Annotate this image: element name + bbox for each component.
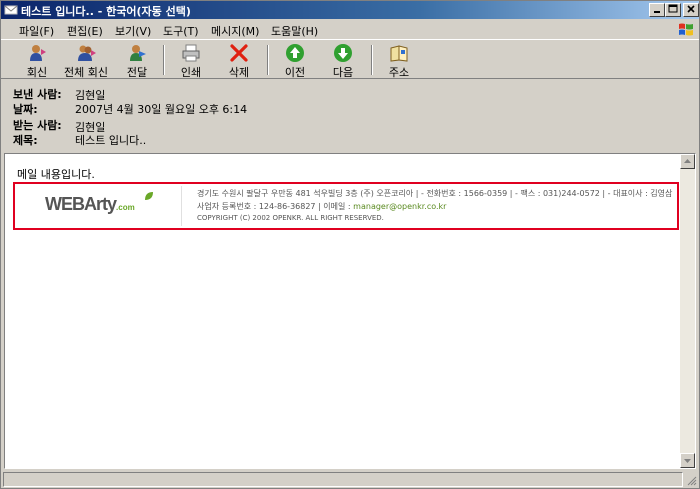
mail-icon [4,5,18,15]
menu-file[interactable]: 파일(F) [19,23,54,39]
date-label: 날짜: [13,103,38,116]
resize-grip-icon[interactable] [685,474,697,486]
title-bar[interactable]: 테스트 입니다.. - 한국어(자동 선택) [1,1,699,19]
reply-all-icon [78,45,96,61]
reply-label: 회신 [26,66,48,79]
arrow-down-small-icon [684,459,691,463]
forward-button[interactable]: 전달 [119,43,155,79]
forward-icon [130,45,146,61]
close-icon [687,5,695,13]
date-value: 2007년 4월 30일 월요일 오후 6:14 [75,103,248,116]
menu-tools[interactable]: 도구(T) [163,23,199,39]
reply-all-button[interactable]: 전체 회신 [61,43,111,79]
menu-message[interactable]: 메시지(M) [211,23,259,39]
message-window: 테스트 입니다.. - 한국어(자동 선택) 파일(F) 편집(E) 보기(V)… [0,0,700,489]
message-pane: 메일 내용입니다. WEBArty.com 경기도 수원시 팔달구 우만동 48… [4,153,696,469]
print-label: 인쇄 [180,66,202,79]
menu-edit[interactable]: 편집(E) [67,23,103,39]
vertical-scrollbar[interactable] [680,154,695,468]
previous-label: 이전 [284,66,306,79]
close-button[interactable] [683,3,699,17]
maximize-button[interactable] [665,3,681,17]
footer-copyright: COPYRIGHT (C) 2002 OPENKR. ALL RIGHT RES… [197,214,384,222]
toolbar-separator [371,45,373,75]
reply-icon [30,45,46,61]
from-label: 보낸 사람: [13,88,62,101]
status-bar [1,471,699,488]
reply-all-label: 전체 회신 [64,66,108,79]
toolbar-separator [267,45,269,75]
next-button[interactable]: 다음 [325,43,361,79]
message-text: 메일 내용입니다. [17,168,95,181]
menu-bar: 파일(F) 편집(E) 보기(V) 도구(T) 메시지(M) 도움말(H) [1,20,699,40]
addresses-label: 주소 [388,66,410,79]
message-body[interactable]: 메일 내용입니다. WEBArty.com 경기도 수원시 팔달구 우만동 48… [5,154,681,468]
scroll-down-button[interactable] [680,453,695,468]
logo-suffix: .com [116,203,135,212]
toolbar-separator [163,45,165,75]
menu-view[interactable]: 보기(V) [115,23,151,39]
toolbar: 회신 전체 회신 전달 인쇄 삭제 이전 다음 주소 [1,41,699,79]
minimize-button[interactable] [649,3,665,17]
footer-email-link[interactable]: manager@openkr.co.kr [353,202,446,211]
signature-banner: WEBArty.com 경기도 수원시 팔달구 우만동 481 석우빌딩 3층 … [13,182,679,230]
webarty-logo: WEBArty.com [45,192,153,215]
delete-label: 삭제 [228,66,250,79]
windows-logo-icon [679,23,693,36]
minimize-icon [654,11,660,13]
delete-icon [230,44,248,62]
forward-label: 전달 [126,66,148,79]
printer-icon [182,44,200,62]
arrow-down-icon [334,44,352,62]
subject-label: 제목: [13,134,38,147]
addresses-button[interactable]: 주소 [381,43,417,79]
menu-help[interactable]: 도움말(H) [271,23,318,39]
window-title: 테스트 입니다.. - 한국어(자동 선택) [21,5,191,18]
maximize-icon [668,4,678,13]
leaf-icon [145,192,153,200]
delete-button[interactable]: 삭제 [221,43,257,79]
status-panel [3,472,683,487]
footer-divider [181,186,182,226]
footer-registration: 사업자 등록번호 : 124-86-36827 | 이메일 : manager@… [197,201,446,212]
arrow-up-icon [286,44,304,62]
address-book-icon [390,45,408,62]
reply-button[interactable]: 회신 [19,43,55,79]
scroll-up-button[interactable] [680,154,695,169]
arrow-up-small-icon [684,159,691,163]
logo-text: WEBArty [45,194,117,214]
footer-registration-text: 사업자 등록번호 : 124-86-36827 | 이메일 : [197,202,354,211]
print-button[interactable]: 인쇄 [173,43,209,79]
previous-button[interactable]: 이전 [277,43,313,79]
subject-value: 테스트 입니다.. [75,134,147,147]
next-label: 다음 [332,66,354,79]
to-label: 받는 사람: [13,119,62,132]
footer-address: 경기도 수원시 팔달구 우만동 481 석우빌딩 3층 (주) 오픈코리아 | … [197,189,673,198]
